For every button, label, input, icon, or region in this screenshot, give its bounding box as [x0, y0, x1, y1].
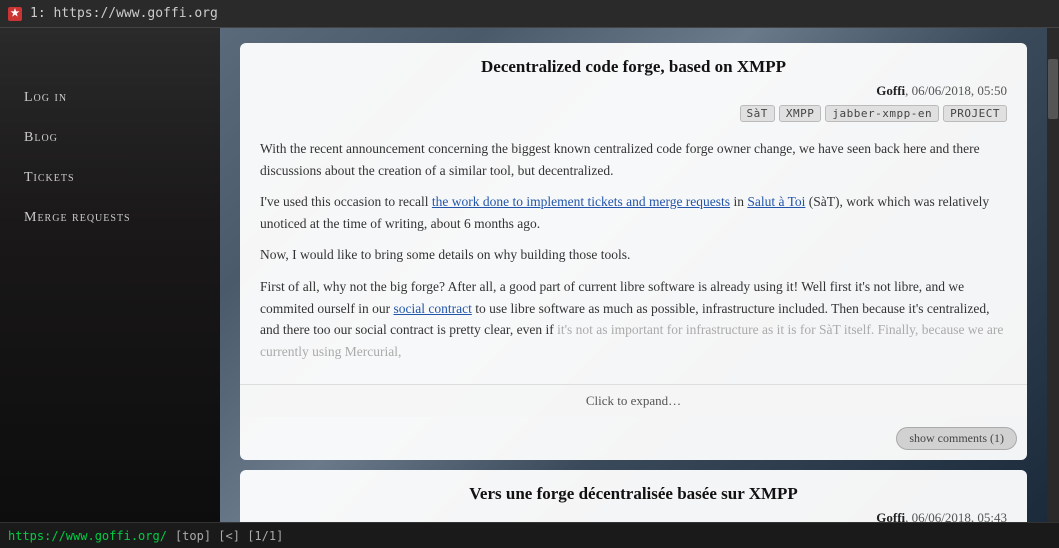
sidebar: Log in Blog Tickets Merge requests	[0, 28, 220, 522]
article-tags-1: SàT XMPP jabber-xmpp-en PROJECT	[260, 105, 1007, 122]
article-body-1: With the recent announcement concerning …	[240, 138, 1027, 384]
article-title-2: Vers une forge décentralisée basée sur X…	[260, 484, 1007, 504]
expand-bar[interactable]: Click to expand…	[240, 384, 1027, 417]
sidebar-item-blog[interactable]: Blog	[0, 118, 220, 158]
tag-sat: SàT	[740, 105, 775, 122]
article-para-3: Now, I would like to bring some details …	[260, 244, 1007, 266]
statusbar-info: [top] [<] [1/1]	[175, 529, 283, 543]
scrollbar[interactable]	[1047, 28, 1059, 522]
content-area[interactable]: Decentralized code forge, based on XMPP …	[220, 28, 1059, 522]
article-card-2: Vers une forge décentralisée basée sur X…	[240, 470, 1027, 522]
tag-xmpp: XMPP	[779, 105, 822, 122]
link-salut-a-toi[interactable]: Salut à Toi	[747, 194, 805, 209]
statusbar-url: https://www.goffi.org/	[8, 529, 167, 543]
titlebar-icon: ★	[8, 7, 22, 21]
main-layout: Log in Blog Tickets Merge requests Dece	[0, 28, 1059, 522]
sidebar-nav: Log in Blog Tickets Merge requests	[0, 48, 220, 238]
article-header-2: Vers une forge décentralisée basée sur X…	[240, 470, 1027, 522]
article-meta-2: Goffi, 06/06/2018, 05:43	[260, 510, 1007, 522]
tag-project: PROJECT	[943, 105, 1007, 122]
titlebar: ★ 1: https://www.goffi.org	[0, 0, 1059, 28]
article-meta-1: Goffi, 06/06/2018, 05:50	[260, 83, 1007, 99]
article-para-2: I've used this occasion to recall the wo…	[260, 191, 1007, 234]
sidebar-item-tickets[interactable]: Tickets	[0, 158, 220, 198]
sidebar-item-log-in[interactable]: Log in	[0, 78, 220, 118]
article-para-1: With the recent announcement concerning …	[260, 138, 1007, 181]
article-header-1: Decentralized code forge, based on XMPP …	[240, 43, 1027, 138]
titlebar-url: 1: https://www.goffi.org	[30, 6, 218, 21]
statusbar: https://www.goffi.org/ [top] [<] [1/1]	[0, 522, 1059, 548]
article-author-2: Goffi	[876, 510, 905, 522]
articles-container: Decentralized code forge, based on XMPP …	[220, 28, 1059, 522]
article-title-1: Decentralized code forge, based on XMPP	[260, 57, 1007, 77]
show-comments-container: show comments (1)	[240, 417, 1027, 460]
article-author-1: Goffi	[876, 83, 905, 98]
expand-label: Click to expand…	[586, 393, 681, 408]
article-date-1: 06/06/2018, 05:50	[912, 83, 1007, 98]
link-social-contract[interactable]: social contract	[393, 301, 471, 316]
article-para-4: First of all, why not the big forge? Aft…	[260, 276, 1007, 362]
scrollbar-thumb[interactable]	[1048, 59, 1058, 119]
sidebar-item-merge-requests[interactable]: Merge requests	[0, 198, 220, 238]
show-comments-button[interactable]: show comments (1)	[896, 427, 1017, 450]
article-date-2: 06/06/2018, 05:43	[912, 510, 1007, 522]
article-card-1: Decentralized code forge, based on XMPP …	[240, 43, 1027, 460]
tag-jabber: jabber-xmpp-en	[825, 105, 939, 122]
link-tickets-merge[interactable]: the work done to implement tickets and m…	[432, 194, 730, 209]
